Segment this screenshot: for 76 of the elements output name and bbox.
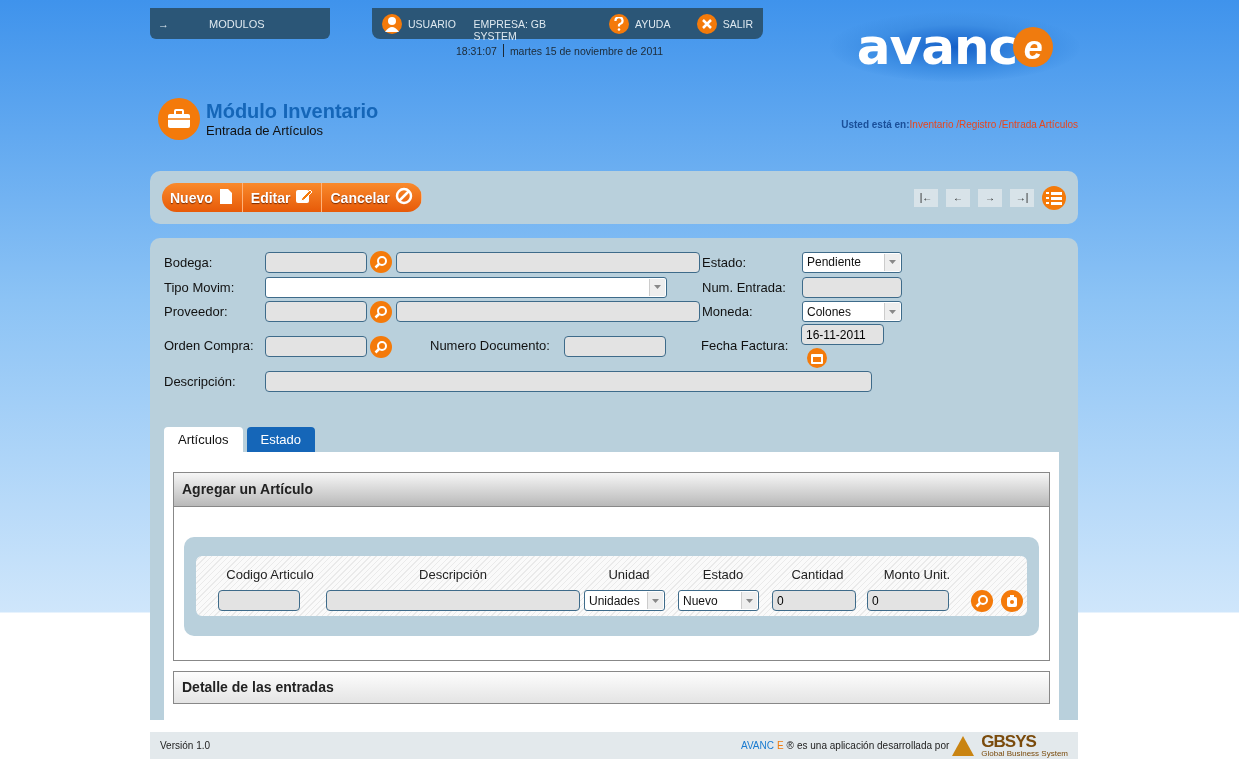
input-field[interactable]: [396, 301, 700, 323]
brand-accent: E: [776, 740, 784, 752]
caret-icon: [889, 309, 896, 314]
briefcase-icon: [158, 97, 200, 140]
input-field[interactable]: [326, 590, 580, 612]
modules-label: MODULOS: [209, 17, 265, 30]
user-link[interactable]: USUARIO: [408, 18, 468, 30]
list-icon[interactable]: [1042, 185, 1066, 210]
search-icon[interactable]: [370, 336, 392, 359]
field-label: Estado:: [702, 254, 748, 270]
footer-tagline: es una aplicación desarrollada por: [796, 740, 950, 752]
field-label: Fecha Factura:: [701, 338, 790, 354]
version-label: Versión 1.0: [160, 740, 211, 752]
quantity-field[interactable]: 0: [772, 590, 856, 612]
column-header: Unidad: [607, 567, 651, 583]
input-field[interactable]: [396, 251, 700, 273]
input-field[interactable]: [564, 336, 666, 358]
tab[interactable]: Estado: [246, 426, 316, 452]
nav-button[interactable]: ←: [946, 188, 970, 207]
unit-select[interactable]: Unidades: [584, 590, 665, 612]
input-field[interactable]: [265, 371, 872, 393]
column-header: Estado: [701, 567, 745, 583]
company-label: EMPRESA: GB SYSTEM: [473, 18, 547, 42]
input-field[interactable]: [265, 301, 367, 323]
column-header: Descripción: [418, 567, 488, 583]
breadcrumb-label: Usted está en:: [841, 119, 910, 131]
section-header[interactable]: Detalle de las entradas: [173, 670, 1050, 704]
state-select[interactable]: Nuevo: [678, 590, 759, 612]
arrow-icon: →: [158, 17, 169, 30]
field-label: Numero Documento:: [429, 338, 551, 354]
search-icon[interactable]: [370, 251, 392, 274]
pyramid-icon: [952, 735, 975, 756]
search-icon[interactable]: [971, 589, 993, 612]
currency-select[interactable]: Colones: [802, 301, 902, 323]
tab[interactable]: Artículos: [164, 426, 243, 452]
column-header: Cantidad: [790, 567, 845, 583]
modules-menu[interactable]: → MODULOS: [150, 8, 330, 39]
field-label: Moneda:: [702, 304, 754, 320]
input-field[interactable]: [265, 251, 367, 273]
caret-icon: [654, 285, 661, 290]
clock-date: martes 15 de noviembre de 2011: [509, 44, 664, 57]
column-header: Monto Unit.: [882, 567, 952, 583]
nav-button[interactable]: |←: [914, 188, 938, 207]
calendar-icon[interactable]: [807, 348, 827, 369]
input-field[interactable]: [218, 590, 300, 612]
module-subtitle: Entrada de Artículos: [206, 122, 325, 138]
close-icon[interactable]: [696, 14, 717, 34]
field-label: Bodega:: [164, 254, 214, 270]
field-label: Descripción:: [164, 374, 237, 390]
caret-icon: [889, 260, 896, 265]
section-header[interactable]: Agregar un Artículo: [174, 472, 1049, 507]
column-header: Codigo Articulo: [225, 567, 315, 583]
input-field[interactable]: [265, 336, 367, 358]
gbsys-logo: GBSYS Global Business System: [981, 733, 1068, 758]
status-select[interactable]: Pendiente: [802, 251, 902, 273]
brand-name: AVANC: [740, 740, 774, 752]
nav-button[interactable]: →: [978, 188, 1002, 207]
price-field[interactable]: 0: [867, 590, 949, 612]
user-icon[interactable]: [382, 14, 402, 34]
registered-mark: ®: [786, 740, 794, 752]
help-icon[interactable]: [609, 14, 629, 34]
movement-type-select[interactable]: [265, 276, 667, 298]
nav-button[interactable]: →|: [1010, 188, 1034, 207]
exit-link[interactable]: SALIR: [722, 18, 753, 30]
module-title: Módulo Inventario: [206, 99, 379, 123]
field-label: Orden Compra:: [164, 338, 255, 354]
date-field[interactable]: 16-11-2011: [801, 324, 884, 346]
caret-icon: [746, 598, 753, 603]
search-icon[interactable]: [370, 300, 392, 323]
input-field[interactable]: [802, 276, 902, 298]
field-label: Num. Entrada:: [702, 279, 787, 295]
caret-icon: [652, 598, 659, 603]
field-label: Tipo Movim:: [164, 279, 236, 295]
help-link[interactable]: AYUDA: [635, 18, 691, 30]
field-label: Proveedor:: [164, 304, 229, 320]
clock-time: 18:31:07: [456, 44, 497, 57]
